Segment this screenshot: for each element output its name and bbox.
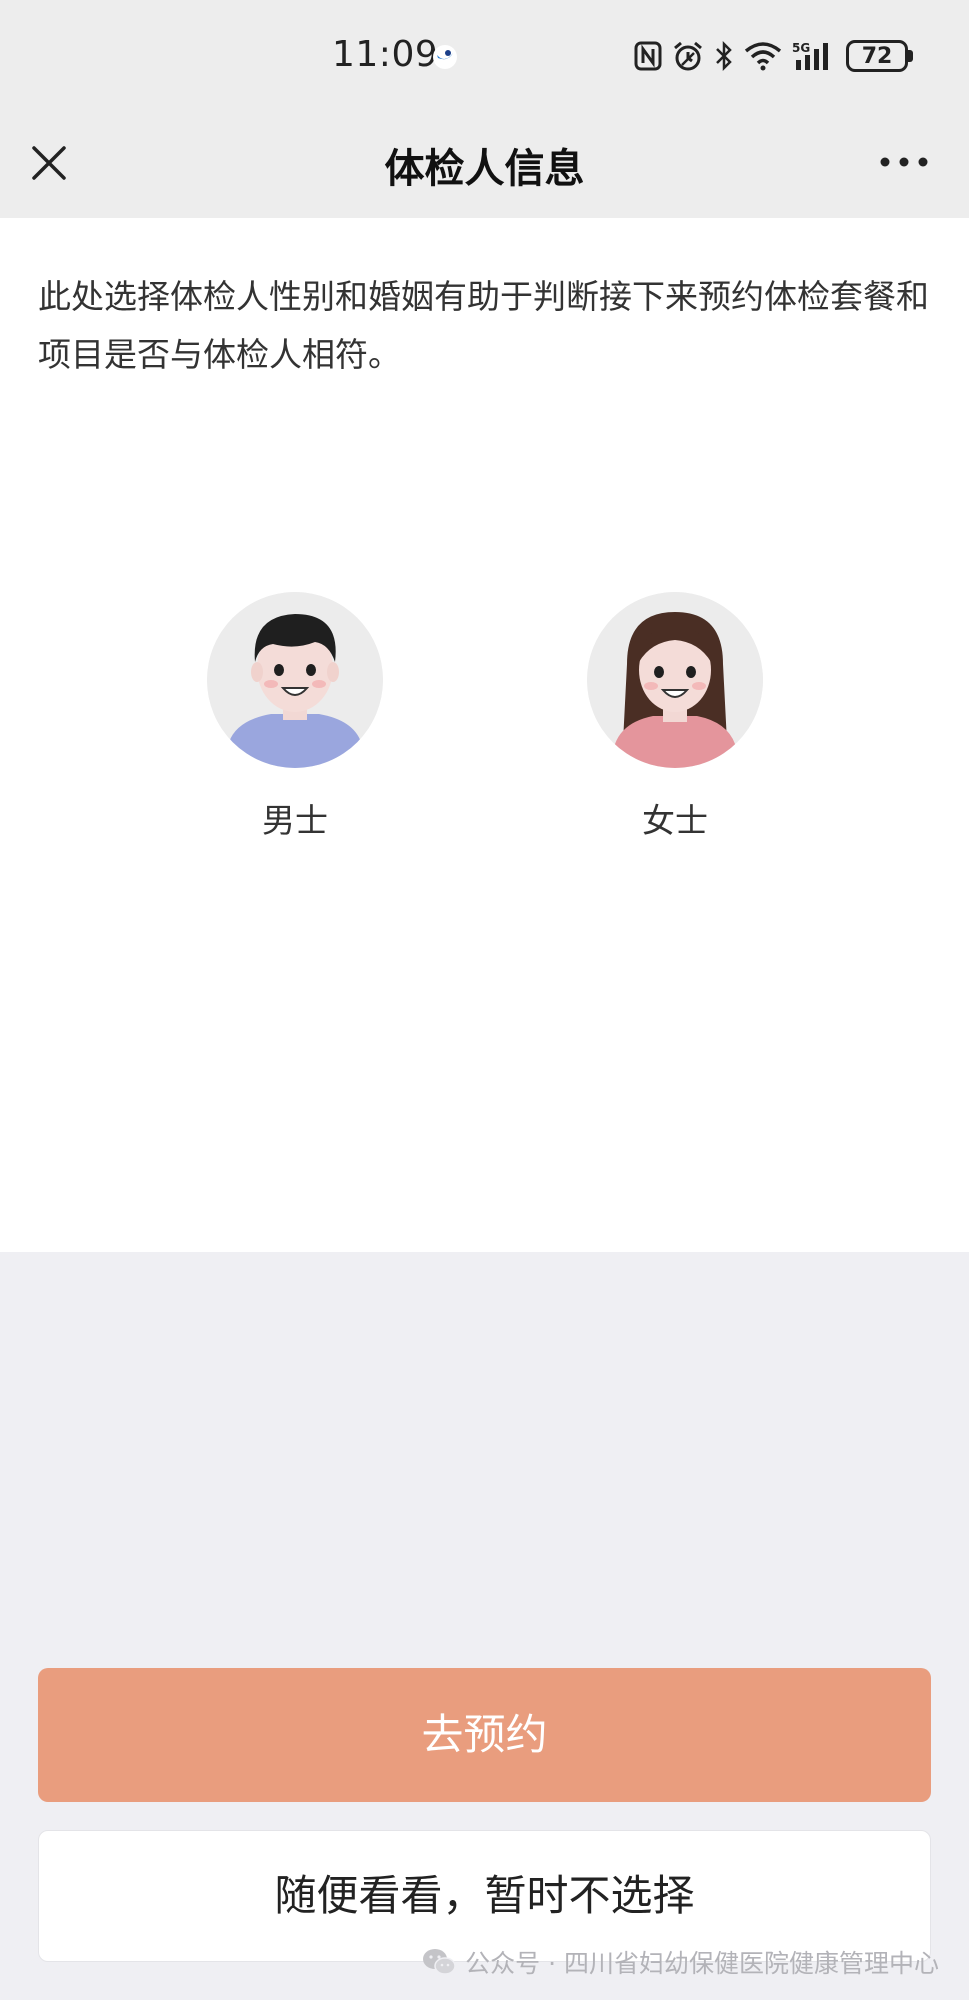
gender-label-female: 女士 (642, 801, 708, 840)
nfc-icon (634, 41, 662, 71)
battery-icon: 72 (846, 40, 913, 72)
gender-option-female[interactable]: 女士 (585, 592, 765, 842)
book-appointment-button[interactable]: 去预约 (38, 1668, 931, 1802)
status-bar: 11:09 5G 72 (0, 0, 969, 112)
male-avatar-icon (207, 592, 383, 768)
male-avatar (207, 592, 383, 768)
male-shirt (229, 714, 361, 768)
battery-level: 72 (846, 40, 908, 72)
female-avatar-icon (587, 592, 763, 768)
watermark: 公众号 · 四川省妇幼保健医院健康管理中心 (421, 1942, 939, 1982)
wifi-icon (744, 42, 782, 71)
nav-bar: 体检人信息 (0, 112, 969, 218)
app-notification-icon (433, 45, 457, 69)
svg-text:5G: 5G (792, 41, 810, 55)
bluetooth-icon (716, 40, 732, 72)
signal-icon: 5G (792, 41, 828, 70)
alarm-icon (674, 41, 702, 71)
female-shirt (615, 716, 735, 768)
gender-label-male: 男士 (262, 801, 328, 840)
more-icon[interactable] (879, 152, 929, 172)
main-content: 此处选择体检人性别和婚姻有助于判断接下来预约体检套餐和项目是否与体检人相符。 男… (0, 218, 969, 1252)
wechat-icon (423, 1949, 456, 1975)
battery-cap (908, 50, 913, 62)
description-text: 此处选择体检人性别和婚姻有助于判断接下来预约体检套餐和项目是否与体检人相符。 (38, 277, 929, 374)
gender-option-male[interactable]: 男士 (205, 592, 385, 842)
page-title: 体检人信息 (384, 146, 585, 192)
status-time: 11:09 (332, 34, 439, 75)
status-icons: 5G 72 (634, 38, 913, 74)
watermark-text: 公众号 · 四川省妇幼保健医院健康管理中心 (465, 1949, 939, 1978)
female-avatar (587, 592, 763, 768)
